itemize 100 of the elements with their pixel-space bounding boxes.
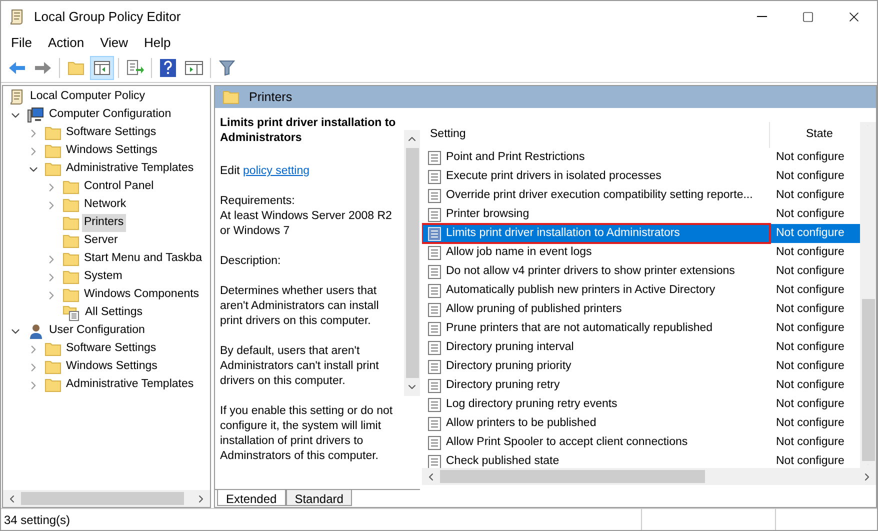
tree-item[interactable]: Windows Settings [64, 142, 160, 160]
tree-item[interactable]: System [82, 268, 124, 286]
policy-document-icon [428, 284, 441, 298]
edit-policy-text: Edit policy setting [220, 164, 311, 179]
setting-state: Not configure [775, 358, 844, 374]
tree-item[interactable]: Administrative Templates [64, 376, 196, 394]
setting-name: Allow job name in event logs [446, 244, 592, 260]
setting-state: Not configure [775, 282, 844, 298]
tree-item[interactable]: Control Panel [82, 178, 156, 196]
header-title: Printers [249, 88, 292, 106]
menu-item[interactable]: Help [138, 32, 177, 52]
setting-name: Log directory pruning retry events [446, 396, 618, 412]
view-tab[interactable]: Standard [286, 490, 352, 506]
settings-list-icon [63, 305, 80, 321]
setting-row[interactable]: Do not allow v4 printer drivers to show printer extensions Not configure [422, 262, 860, 281]
setting-name: Execute print drivers in isolated processes [446, 168, 662, 184]
setting-name: Check published state [446, 454, 560, 468]
setting-row[interactable]: Directory pruning interval Not configure [422, 338, 860, 357]
maximize-icon [802, 10, 814, 22]
policy-document-icon [428, 398, 441, 412]
policy-document-icon [428, 188, 441, 202]
tree-item[interactable]: Windows Components [82, 286, 202, 304]
folder-icon [223, 90, 239, 104]
setting-state: Not configure [775, 434, 844, 450]
setting-state: Not configure [775, 226, 844, 241]
scroll-icon [9, 8, 25, 24]
folder-icon [45, 126, 61, 140]
setting-row[interactable]: Limits print driver installation to Administrators Not configure [422, 224, 860, 243]
window-title: Local Group Policy Editor [34, 8, 181, 26]
pane-toggle-icon[interactable] [90, 56, 114, 80]
tree-item[interactable]: Administrative Templates [64, 160, 196, 178]
description-paragraph: Determines whether users that aren't Administrators can install print drivers on this computer. [220, 284, 380, 329]
policy-document-icon [428, 246, 441, 260]
setting-row[interactable]: Log directory pruning retry events Not configure [422, 395, 860, 414]
user-icon [27, 323, 44, 339]
view-tab[interactable]: Extended [217, 490, 286, 506]
policy-document-icon [428, 416, 441, 430]
policy-setting-link[interactable]: policy setting [243, 165, 310, 177]
setting-row[interactable]: Automatically publish new printers in Active Directory Not configure [422, 281, 860, 300]
folder-icon [45, 342, 61, 356]
folder-icon [63, 252, 79, 266]
setting-name: Directory pruning interval [446, 340, 574, 355]
column-header[interactable]: State [770, 126, 860, 144]
menu-item[interactable]: File [5, 32, 38, 52]
policy-document-icon [428, 170, 441, 184]
tree-item[interactable]: Software Settings [64, 340, 158, 358]
tree-item[interactable]: Software Settings [64, 124, 158, 142]
tree-item[interactable]: Printers [82, 214, 126, 232]
setting-row[interactable]: Point and Print Restrictions Not configure [422, 148, 860, 167]
setting-state: Not configure [775, 150, 844, 165]
minimize-icon [757, 16, 767, 17]
folder-icon [45, 378, 61, 392]
setting-state: Not configure [775, 378, 844, 393]
setting-name: Allow printers to be published [446, 416, 596, 431]
tree-item[interactable]: All Settings [83, 304, 145, 322]
setting-title: Limits print driver installation to Administrators [220, 116, 397, 146]
setting-row[interactable]: Allow job name in event logs Not configure [422, 243, 860, 262]
setting-name: Point and Print Restrictions [446, 150, 585, 165]
scroll-icon [9, 89, 25, 105]
setting-row[interactable]: Override print driver execution compatibility setting reporte... Not configure [422, 186, 860, 205]
policy-document-icon [428, 360, 441, 374]
folder-icon [45, 162, 61, 176]
setting-row[interactable]: Printer browsing Not configure [422, 205, 860, 224]
setting-state: Not configure [775, 264, 844, 279]
horizontal-scrollbar[interactable] [422, 468, 876, 485]
tree-item[interactable]: User Configuration [47, 322, 147, 340]
tree-item[interactable]: Server [82, 232, 120, 250]
menu-item[interactable]: Action [42, 32, 90, 52]
folder-icon [63, 234, 79, 248]
folder-icon [63, 270, 79, 284]
column-header[interactable]: Setting [422, 122, 770, 148]
setting-row[interactable]: Directory pruning retry Not configure [422, 376, 860, 395]
tree-item[interactable]: Computer Configuration [47, 106, 174, 124]
setting-name: Do not allow v4 printer drivers to show printer extensions [446, 264, 735, 279]
tree-item[interactable]: Network [82, 196, 128, 214]
setting-row[interactable]: Allow pruning of published printers Not configure [422, 300, 860, 319]
setting-state: Not configure [775, 188, 844, 203]
policy-document-icon [428, 340, 441, 354]
setting-row[interactable]: Allow printers to be published Not configure [422, 414, 860, 433]
setting-state: Not configure [775, 416, 844, 431]
tree-item[interactable]: Start Menu and Taskba [82, 250, 204, 268]
computer-icon [27, 107, 44, 123]
policy-document-icon [428, 302, 441, 316]
setting-row[interactable]: Execute print drivers in isolated processes Not configure [422, 167, 860, 186]
setting-row[interactable]: Prune printers that are not automatically republished Not configure [422, 319, 860, 338]
tree-item[interactable]: Local Computer Policy [28, 88, 148, 106]
folder-icon [45, 144, 61, 158]
setting-row[interactable]: Allow Print Spooler to accept client connections Not configure [422, 433, 860, 452]
menu-item[interactable]: View [94, 32, 134, 52]
horizontal-scrollbar[interactable] [3, 490, 210, 507]
description-paragraph: If you enable this setting or do not configure it, the system will limit installation of print drivers to Adminstrators of this computer. [220, 404, 394, 464]
status-text: 34 setting(s) [3, 512, 72, 528]
setting-row[interactable]: Directory pruning priority Not configure [422, 357, 860, 376]
policy-document-icon [428, 436, 441, 450]
folder-icon [63, 288, 79, 302]
policy-document-icon [428, 322, 441, 336]
setting-row[interactable]: Check published state Not configure [422, 452, 860, 468]
setting-name: Allow pruning of published printers [446, 302, 622, 317]
description-paragraph: Requirements: At least Windows Server 2008 R2 or Windows 7 [220, 194, 393, 239]
tree-item[interactable]: Windows Settings [64, 358, 160, 376]
